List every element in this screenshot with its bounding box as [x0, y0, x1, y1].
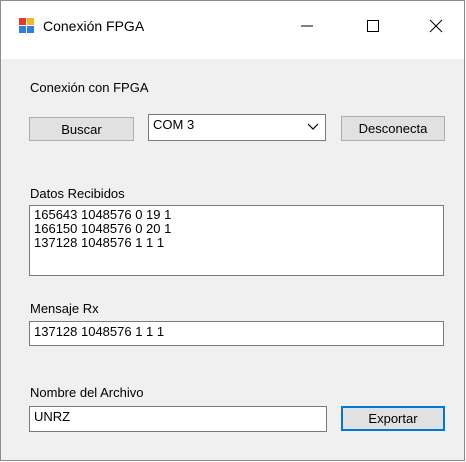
maximize-button[interactable] [350, 11, 396, 41]
received-data-textarea[interactable]: 165643 1048576 0 19 1 166150 1048576 0 2… [29, 205, 444, 276]
file-name-label: Nombre del Archivo [30, 385, 144, 400]
received-line: 166150 1048576 0 20 1 [34, 221, 172, 236]
port-select[interactable]: COM 3 [148, 114, 326, 141]
app-icon [19, 18, 34, 33]
file-name-input[interactable]: UNRZ [29, 406, 327, 432]
port-select-value: COM 3 [153, 117, 195, 132]
main-window: Conexión FPGA Conexión con FPGA Buscar C… [0, 0, 465, 461]
search-button[interactable]: Buscar [29, 117, 134, 141]
rx-message-label: Mensaje Rx [30, 301, 99, 316]
minimize-button[interactable] [284, 11, 330, 41]
export-button[interactable]: Exportar [341, 406, 445, 431]
rx-message-field[interactable]: 137128 1048576 1 1 1 [29, 321, 444, 346]
disconnect-button[interactable]: Desconecta [341, 116, 445, 141]
close-icon [429, 19, 443, 33]
maximize-icon [367, 20, 379, 32]
received-data-label: Datos Recibidos [30, 186, 125, 201]
title-bar[interactable]: Conexión FPGA [1, 1, 464, 59]
minimize-icon [301, 25, 313, 27]
window-title: Conexión FPGA [43, 18, 145, 34]
received-line: 165643 1048576 0 19 1 [34, 207, 172, 222]
chevron-down-icon[interactable] [307, 122, 319, 132]
close-button[interactable] [413, 11, 459, 41]
received-line: 137128 1048576 1 1 1 [34, 235, 165, 250]
connection-section-label: Conexión con FPGA [30, 80, 149, 95]
